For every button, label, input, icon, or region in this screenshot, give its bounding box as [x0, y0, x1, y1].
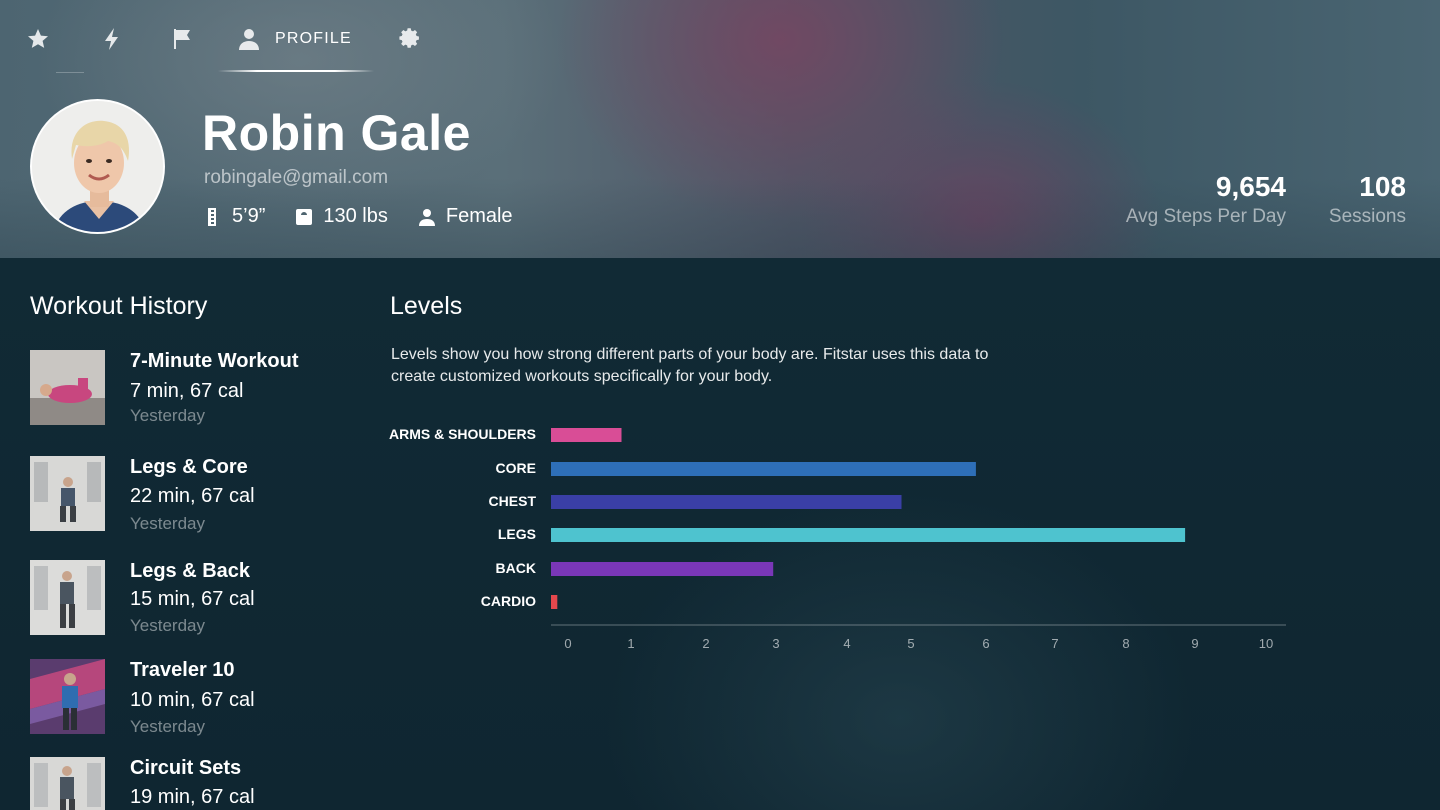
workout-name: Traveler 10 [130, 659, 235, 681]
nav-item-activity[interactable] [100, 22, 124, 56]
nav-divider [56, 72, 84, 73]
main-content: Workout History 7-Minute Workout 7 min, … [0, 258, 1440, 810]
x-tick-label: 9 [1191, 636, 1198, 651]
profile-stats: 5’9” 130 lbs Female [204, 205, 543, 228]
history-item[interactable]: 7-Minute Workout 7 min, 67 cal Yesterday [30, 350, 360, 430]
nav-label-profile: PROFILE [275, 30, 352, 47]
history-item[interactable]: Circuit Sets 19 min, 67 cal [30, 757, 360, 810]
workout-thumbnail [30, 659, 105, 734]
category-label: CHEST [489, 493, 537, 509]
category-label: CORE [496, 460, 536, 476]
workout-name: 7-Minute Workout [130, 350, 299, 372]
nav-item-featured[interactable] [26, 22, 50, 56]
workout-meta: 7 min, 67 cal [130, 380, 244, 402]
workout-thumbnail [30, 456, 105, 531]
level-bar [551, 562, 774, 576]
steps-label: Avg Steps Per Day [1125, 206, 1286, 227]
category-label: LEGS [498, 526, 536, 542]
workout-date: Yesterday [130, 616, 205, 635]
steps-metric: 9,654 Avg Steps Per Day [1126, 172, 1286, 232]
category-label: BACK [496, 560, 536, 576]
workout-date: Yesterday [130, 406, 205, 425]
workout-thumbnail [30, 350, 105, 425]
nav-item-goals[interactable] [170, 22, 194, 56]
x-tick-label: 4 [843, 636, 850, 651]
x-tick-label: 3 [772, 636, 779, 651]
top-nav: PROFILE [0, 0, 520, 80]
x-tick-label: 7 [1051, 636, 1058, 651]
ruler-icon [208, 207, 216, 226]
history-item[interactable]: Legs & Back 15 min, 67 cal Yesterday [30, 560, 360, 640]
workout-name: Circuit Sets [130, 757, 242, 779]
sessions-metric: 108 Sessions [1329, 172, 1406, 232]
workout-meta: 10 min, 67 cal [130, 689, 255, 711]
level-bar [551, 495, 902, 509]
history-item[interactable]: Traveler 10 10 min, 67 cal Yesterday [30, 659, 360, 739]
steps-value: 9,654 [1215, 171, 1286, 202]
weight-stat: 130 lbs [295, 205, 388, 228]
workout-history-title: Workout History [30, 292, 208, 320]
workout-date: Yesterday [130, 514, 205, 533]
category-label: CARDIO [481, 593, 536, 609]
height-value: 5’9” [232, 205, 266, 227]
person-icon [418, 208, 435, 226]
levels-chart: ARMS & SHOULDERS CORE CHEST LEGS BACK CARDIO 0… [389, 426, 1286, 651]
x-tick-label: 2 [702, 636, 709, 651]
x-tick-label: 0 [564, 636, 571, 651]
height-stat: 5’9” [204, 205, 265, 228]
profile-header: PROFILE Robin Gale robingale@gmail.com 5… [0, 0, 1440, 258]
history-item[interactable]: Legs & Core 22 min, 67 cal Yesterday [30, 456, 360, 536]
nav-active-indicator [218, 70, 374, 72]
x-tick-label: 6 [982, 636, 989, 651]
levels-title: Levels [390, 292, 463, 320]
level-bar [551, 528, 1186, 542]
nav-item-settings[interactable] [398, 22, 422, 56]
flag-icon [174, 29, 190, 49]
levels-description: Levels show you how strong different par… [391, 346, 989, 385]
workout-thumbnail [30, 560, 105, 635]
star-icon [28, 29, 48, 48]
sessions-label: Sessions [1328, 206, 1406, 227]
workout-date: Yesterday [130, 717, 205, 736]
gender-stat: Female [418, 205, 513, 228]
weight-value: 130 lbs [323, 205, 388, 227]
nav-item-profile[interactable]: PROFILE [237, 22, 352, 56]
category-label: ARMS & SHOULDERS [389, 426, 536, 442]
workout-thumbnail [30, 757, 105, 810]
workout-name: Legs & Back [130, 560, 251, 582]
level-bar [551, 462, 976, 476]
sessions-value: 108 [1359, 171, 1406, 202]
x-tick-label: 8 [1122, 636, 1129, 651]
x-tick-label: 5 [907, 636, 914, 651]
gear-icon [399, 28, 419, 48]
profile-email: robingale@gmail.com [204, 167, 389, 188]
x-tick-label: 1 [627, 636, 634, 651]
workout-name: Legs & Core [130, 456, 248, 478]
bolt-icon [105, 28, 118, 50]
workout-meta: 15 min, 67 cal [130, 588, 255, 610]
profile-name: Robin Gale [202, 105, 471, 161]
avatar-photo [32, 101, 163, 232]
gender-value: Female [445, 205, 513, 227]
workout-meta: 22 min, 67 cal [130, 485, 255, 507]
workout-meta: 19 min, 67 cal [130, 786, 255, 808]
person-icon [239, 29, 259, 50]
scale-icon [296, 208, 313, 225]
x-tick-label: 10 [1259, 636, 1273, 651]
avatar[interactable] [30, 99, 165, 234]
level-bar [551, 595, 558, 609]
level-bar [551, 428, 622, 442]
